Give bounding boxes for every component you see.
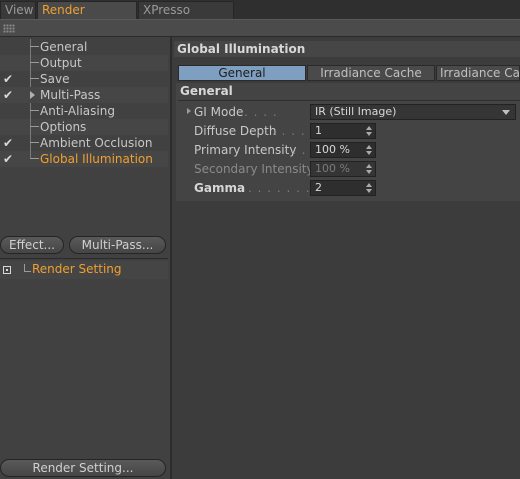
divider xyxy=(178,100,520,101)
param-label: Secondary Intensity xyxy=(194,162,314,176)
tree-connector xyxy=(24,264,31,272)
gamma-field[interactable]: 2 xyxy=(310,180,376,196)
field-value: 100 % xyxy=(315,162,350,175)
subtab-irradiance-cache[interactable]: Irradiance Cache xyxy=(307,65,435,81)
group-title: General xyxy=(180,84,233,98)
tree-connector xyxy=(30,119,31,135)
tree-connector xyxy=(30,103,31,119)
check-icon[interactable]: ✔ xyxy=(3,151,17,167)
toolbar-strip xyxy=(0,19,520,37)
render-setting-icon[interactable] xyxy=(3,266,11,274)
gi-mode-value: IR (Still Image) xyxy=(315,105,397,118)
param-label: GI Mode xyxy=(194,105,244,119)
tree-item-save[interactable]: ✔ Save xyxy=(0,71,168,87)
tree-connector xyxy=(30,110,39,111)
leader-dots: . . . . xyxy=(244,105,278,119)
effect-button[interactable]: Effect... xyxy=(0,236,64,254)
tree-item-anti-aliasing[interactable]: Anti-Aliasing xyxy=(0,103,168,119)
tree-item-options[interactable]: Options xyxy=(0,119,168,135)
tab-bar: View Render Settings XPresso Editor xyxy=(0,0,520,34)
tree-item-multi-pass[interactable]: ✔ Multi-Pass xyxy=(0,87,168,103)
tree-connector xyxy=(30,158,39,159)
stepper-arrows-icon[interactable] xyxy=(366,163,372,175)
tree-item-label: Output xyxy=(40,56,82,70)
render-settings-sidebar: General Output ✔ Save ✔ Multi-Pass Anti-… xyxy=(0,37,172,479)
tab-xpresso-editor[interactable]: XPresso Editor xyxy=(138,1,234,34)
tree-item-ambient-occlusion[interactable]: ✔ Ambient Occlusion xyxy=(0,135,168,151)
param-label: Gamma xyxy=(194,181,246,195)
render-setting-button[interactable]: Render Setting... xyxy=(0,459,166,477)
param-label: Diffuse Depth xyxy=(194,124,277,138)
chevron-down-icon xyxy=(502,110,510,115)
tree-connector xyxy=(30,55,31,71)
stepper-arrows-icon[interactable] xyxy=(366,125,372,137)
tree-item-general[interactable]: General xyxy=(0,39,168,55)
tree-item-label: General xyxy=(40,40,88,54)
tree-connector xyxy=(30,46,39,47)
secondary-intensity-field[interactable]: 100 % xyxy=(310,161,376,177)
tab-view[interactable]: View xyxy=(0,1,36,19)
tree-item-global-illumination[interactable]: ✔ Global Illumination xyxy=(0,151,168,167)
settings-tree: General Output ✔ Save ✔ Multi-Pass Anti-… xyxy=(0,39,168,167)
tree-item-label: Options xyxy=(40,120,87,134)
diffuse-depth-field[interactable]: 1 xyxy=(310,123,376,139)
tab-render-settings[interactable]: Render Settings xyxy=(37,1,137,34)
tree-item-label: Multi-Pass xyxy=(40,88,101,102)
grip-handle-icon[interactable] xyxy=(3,24,15,33)
divider xyxy=(0,258,168,259)
param-gi-mode: GI Mode . . . . IR (Still Image) xyxy=(176,103,520,122)
tree-connector xyxy=(30,78,39,79)
leader-dots: . . . . . xyxy=(272,124,316,138)
tree-item-output[interactable]: Output xyxy=(0,55,168,71)
check-icon[interactable]: ✔ xyxy=(3,71,17,87)
tree-connector xyxy=(30,126,39,127)
param-diffuse-depth: Diffuse Depth . . . . . 1 xyxy=(176,122,520,141)
render-setting-item[interactable]: Render Setting xyxy=(0,261,168,279)
tree-connector xyxy=(30,71,31,87)
render-setting-label: Render Setting xyxy=(32,262,122,276)
tree-item-label: Save xyxy=(40,72,70,86)
param-secondary-intensity: Secondary Intensity 100 % xyxy=(176,160,520,179)
check-icon[interactable]: ✔ xyxy=(3,135,17,151)
expand-triangle-icon[interactable] xyxy=(30,91,35,99)
tree-connector xyxy=(30,142,39,143)
tree-item-label: Ambient Occlusion xyxy=(40,136,153,150)
tree-connector xyxy=(30,62,39,63)
tree-connector xyxy=(30,39,31,55)
field-value: 1 xyxy=(315,124,322,137)
subtab-bar: General Irradiance Cache Irradiance Cach… xyxy=(178,65,520,81)
expand-triangle-icon[interactable] xyxy=(187,108,191,114)
tree-item-label: Anti-Aliasing xyxy=(40,104,115,118)
attributes-panel: Global Illumination General Irradiance C… xyxy=(174,37,520,479)
param-label: Primary Intensity xyxy=(194,143,297,157)
field-value: 100 % xyxy=(315,143,350,156)
param-gamma: Gamma . . . . . . . . . 2 xyxy=(176,179,520,198)
stepper-arrows-icon[interactable] xyxy=(366,144,372,156)
field-value: 2 xyxy=(315,181,322,194)
gi-mode-select[interactable]: IR (Still Image) xyxy=(310,104,516,120)
multi-pass-button[interactable]: Multi-Pass... xyxy=(69,236,166,254)
check-icon[interactable]: ✔ xyxy=(3,87,17,103)
primary-intensity-field[interactable]: 100 % xyxy=(310,142,376,158)
tree-item-label: Global Illumination xyxy=(40,152,153,166)
panel-title: Global Illumination xyxy=(174,41,520,57)
general-group: General GI Mode . . . . IR (Still Image)… xyxy=(176,83,520,201)
tree-connector xyxy=(30,135,31,151)
param-primary-intensity: Primary Intensity . . . 100 % xyxy=(176,141,520,160)
subtab-irradiance-cache-2[interactable]: Irradiance Cache xyxy=(436,65,520,81)
stepper-arrows-icon[interactable] xyxy=(366,182,372,194)
subtab-general[interactable]: General xyxy=(178,65,306,81)
